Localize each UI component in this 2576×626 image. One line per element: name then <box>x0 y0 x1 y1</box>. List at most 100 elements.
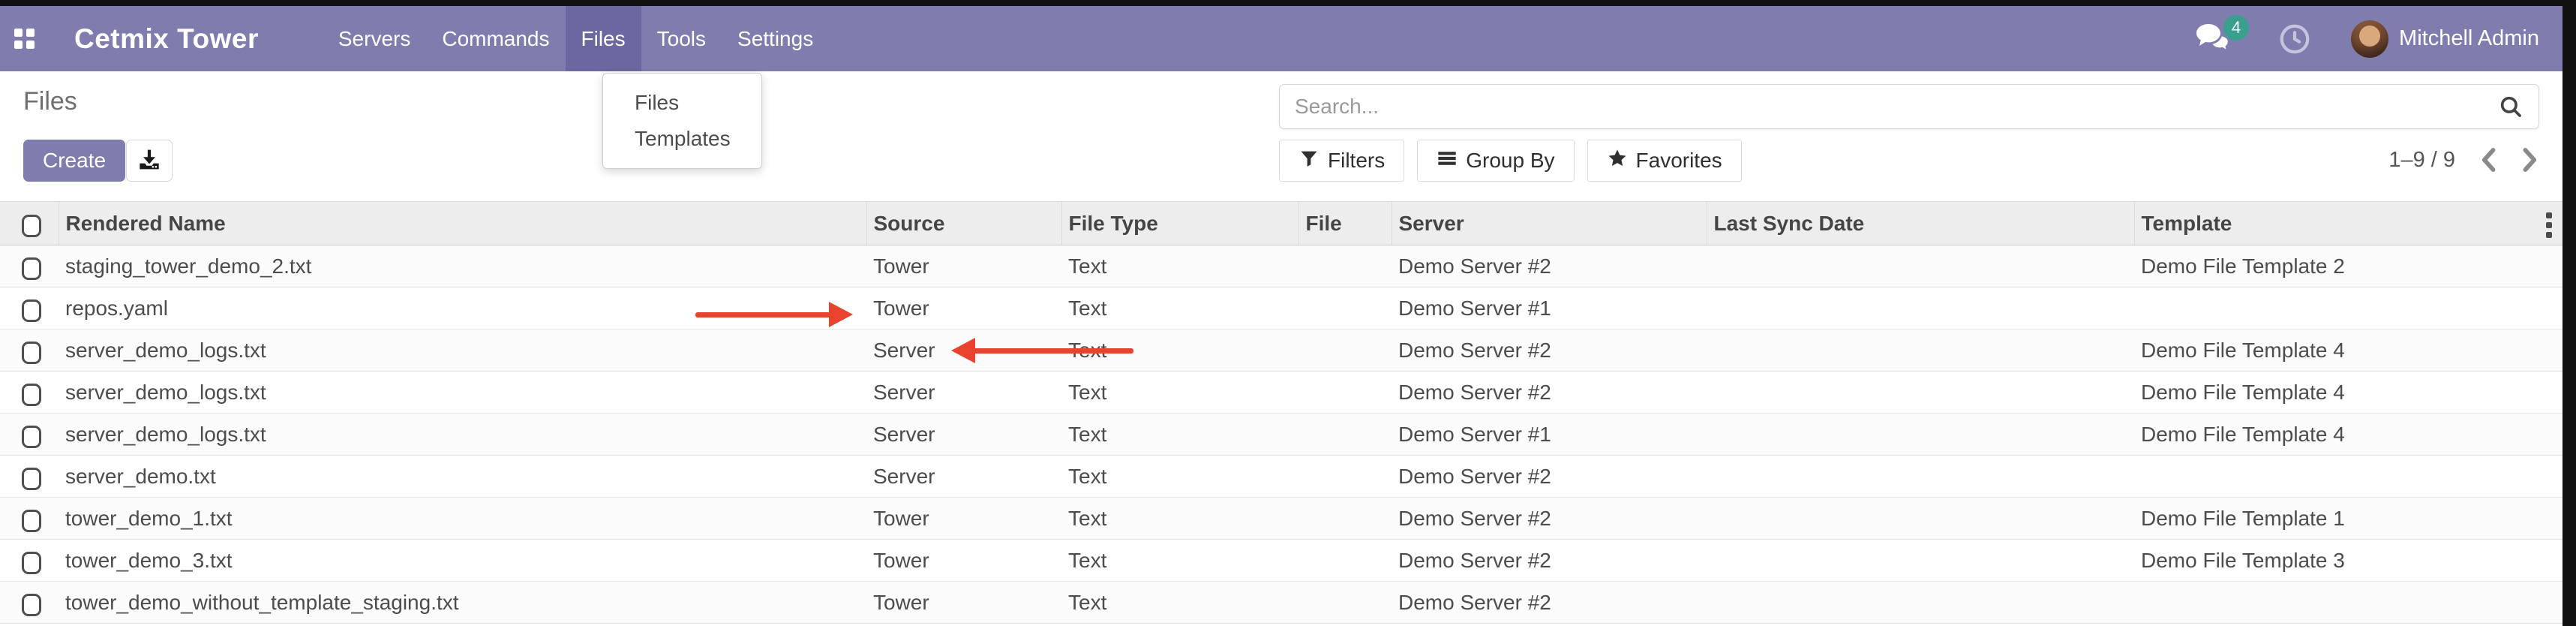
cell-last-sync-date <box>1707 372 2134 414</box>
brand-title[interactable]: Cetmix Tower <box>74 23 259 55</box>
chevron-left-icon[interactable] <box>2479 147 2497 173</box>
row-checkbox-cell <box>0 582 59 624</box>
table-row[interactable]: tower_demo_1.txt Tower Text Demo Server … <box>0 498 2562 540</box>
table-row[interactable]: server_demo_logs.txt Server Text Demo Se… <box>0 414 2562 456</box>
row-checkbox[interactable] <box>22 426 41 448</box>
cell-source: Tower <box>866 540 1061 582</box>
cell-server: Demo Server #2 <box>1392 245 1707 287</box>
cell-template: Demo File Template 2 <box>2134 245 2562 287</box>
column-header-rendered-name[interactable]: Rendered Name <box>59 202 866 245</box>
row-checkbox-cell <box>0 414 59 456</box>
cell-server: Demo Server #2 <box>1392 372 1707 414</box>
favorites-button[interactable]: Favorites <box>1587 140 1742 182</box>
app-window: Cetmix Tower Servers Commands Files Tool… <box>0 0 2576 626</box>
group-by-button[interactable]: Group By <box>1417 140 1574 182</box>
create-button[interactable]: Create <box>23 140 125 182</box>
cell-last-sync-date <box>1707 498 2134 540</box>
row-checkbox[interactable] <box>22 257 41 280</box>
row-checkbox-cell <box>0 245 59 287</box>
menu-item-servers[interactable]: Servers <box>323 6 426 71</box>
table-row[interactable]: tower_demo_without_template_staging.txt … <box>0 582 2562 624</box>
table-row[interactable]: server_demo_logs.txt Server Text Demo Se… <box>0 330 2562 372</box>
row-checkbox[interactable] <box>22 384 41 406</box>
star-icon <box>1607 148 1628 174</box>
row-checkbox-cell <box>0 456 59 498</box>
group-by-button-label: Group By <box>1466 149 1554 173</box>
user-avatar[interactable] <box>2351 20 2388 58</box>
cell-template <box>2134 582 2562 624</box>
menu-item-commands[interactable]: Commands <box>426 6 565 71</box>
messages-button[interactable]: 4 <box>2193 21 2232 57</box>
row-checkbox[interactable] <box>22 594 41 616</box>
cell-file-type: Text <box>1061 456 1299 498</box>
search-options: Filters Group By Favorites <box>1279 140 1742 182</box>
messages-badge: 4 <box>2223 15 2249 41</box>
cell-file-type: Text <box>1061 540 1299 582</box>
column-header-server[interactable]: Server <box>1392 202 1707 245</box>
files-dropdown-menu: Files Templates <box>602 73 762 169</box>
menu-item-files[interactable]: Files <box>566 6 641 71</box>
filters-button[interactable]: Filters <box>1279 140 1404 182</box>
search-icon[interactable] <box>2498 94 2523 119</box>
apps-grid-icon[interactable] <box>14 29 35 49</box>
table-row[interactable]: repos.yaml Tower Text Demo Server #1 <box>0 287 2562 330</box>
cell-rendered-name: server_demo_logs.txt <box>59 330 866 372</box>
row-checkbox[interactable] <box>22 342 41 364</box>
row-checkbox-cell <box>0 372 59 414</box>
row-checkbox-cell <box>0 330 59 372</box>
column-header-file-type[interactable]: File Type <box>1061 202 1299 245</box>
cell-file-type: Text <box>1061 414 1299 456</box>
menu-item-tools[interactable]: Tools <box>641 6 722 71</box>
column-header-source[interactable]: Source <box>866 202 1061 245</box>
row-checkbox[interactable] <box>22 468 41 490</box>
table-row[interactable]: server_demo.txt Server Text Demo Server … <box>0 456 2562 498</box>
row-checkbox[interactable] <box>22 552 41 574</box>
cell-server: Demo Server #2 <box>1392 540 1707 582</box>
row-checkbox-cell <box>0 287 59 330</box>
cell-file <box>1299 582 1392 624</box>
activities-button[interactable] <box>2277 22 2312 56</box>
row-checkbox-cell <box>0 540 59 582</box>
menu-item-settings[interactable]: Settings <box>722 6 829 71</box>
filters-button-label: Filters <box>1328 149 1385 173</box>
cell-rendered-name: tower_demo_without_template_staging.txt <box>59 582 866 624</box>
select-all-cell <box>0 202 59 245</box>
cell-source: Tower <box>866 498 1061 540</box>
search-bar <box>1279 84 2539 129</box>
optional-columns-icon[interactable] <box>2546 212 2552 238</box>
download-button[interactable] <box>126 140 173 182</box>
cell-source: Server <box>866 372 1061 414</box>
select-all-checkbox[interactable] <box>22 215 41 237</box>
cell-server: Demo Server #1 <box>1392 287 1707 330</box>
cell-last-sync-date <box>1707 540 2134 582</box>
row-checkbox[interactable] <box>22 299 41 322</box>
dropdown-item-files[interactable]: Files <box>603 85 761 121</box>
cell-template <box>2134 456 2562 498</box>
table-row[interactable]: tower_demo_3.txt Tower Text Demo Server … <box>0 540 2562 582</box>
dropdown-item-templates[interactable]: Templates <box>603 121 761 157</box>
main-navbar: Cetmix Tower Servers Commands Files Tool… <box>0 6 2576 71</box>
column-header-last-sync-date[interactable]: Last Sync Date <box>1707 202 2134 245</box>
cell-rendered-name: server_demo.txt <box>59 456 866 498</box>
column-header-file[interactable]: File <box>1299 202 1392 245</box>
cell-template: Demo File Template 4 <box>2134 330 2562 372</box>
row-checkbox[interactable] <box>22 510 41 532</box>
cell-last-sync-date <box>1707 330 2134 372</box>
cell-template <box>2134 287 2562 330</box>
cell-source: Server <box>866 414 1061 456</box>
table-row[interactable]: server_demo_logs.txt Server Text Demo Se… <box>0 372 2562 414</box>
cell-last-sync-date <box>1707 456 2134 498</box>
column-header-template[interactable]: Template <box>2134 202 2562 245</box>
table-row[interactable]: staging_tower_demo_2.txt Tower Text Demo… <box>0 245 2562 287</box>
column-header-template-label: Template <box>2142 212 2232 235</box>
main-menu: Servers Commands Files Tools Settings <box>323 6 829 71</box>
search-input[interactable] <box>1280 95 2498 119</box>
files-list-view: Rendered Name Source File Type File Serv… <box>0 201 2562 624</box>
cell-server: Demo Server #2 <box>1392 582 1707 624</box>
cell-rendered-name: server_demo_logs.txt <box>59 414 866 456</box>
chevron-right-icon[interactable] <box>2521 147 2539 173</box>
user-menu[interactable]: Mitchell Admin <box>2399 26 2539 51</box>
page-title: Files <box>23 87 77 116</box>
pager: 1–9 / 9 <box>2318 147 2539 173</box>
cell-file <box>1299 330 1392 372</box>
